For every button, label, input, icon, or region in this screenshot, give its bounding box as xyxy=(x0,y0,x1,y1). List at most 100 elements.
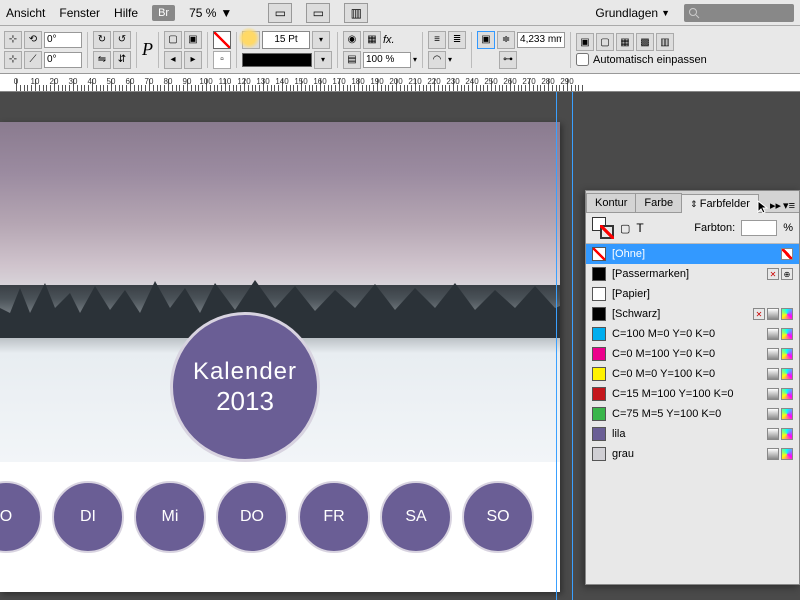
rotate-cw-icon[interactable]: ↻ xyxy=(93,31,111,49)
search-field[interactable] xyxy=(684,4,794,22)
tint-label: Farbton: xyxy=(694,222,735,234)
text-format-icon[interactable]: T xyxy=(636,221,643,235)
menu-view[interactable]: Ansicht xyxy=(6,6,45,20)
swatch-name: C=100 M=0 Y=0 K=0 xyxy=(612,328,761,340)
text-wrap-icon[interactable]: ≡ xyxy=(428,31,446,49)
tab-farbe[interactable]: Farbe xyxy=(635,193,682,212)
swatch-type-icons xyxy=(767,408,793,420)
swatch-row[interactable]: [Papier] xyxy=(586,284,799,304)
swatch-row[interactable]: C=0 M=0 Y=100 K=0 xyxy=(586,364,799,384)
sel-container-icon[interactable]: ▢ xyxy=(164,31,182,49)
stroke-style-dd[interactable]: ▾ xyxy=(314,51,332,69)
container-format-icon[interactable]: ▢ xyxy=(620,222,630,235)
workspace-dropdown[interactable]: Grundlagen ▼ xyxy=(595,6,670,20)
fill-none-swatch[interactable] xyxy=(213,31,231,49)
swatch-row[interactable]: grau xyxy=(586,444,799,464)
document-page[interactable]: Kalender 2013 ODIMiDOFRSASO xyxy=(0,122,560,592)
guide-vertical[interactable] xyxy=(556,92,557,600)
stroke-weight-stepper[interactable]: ≑ xyxy=(242,31,260,49)
sel-next-icon[interactable]: ▸ xyxy=(184,51,202,69)
center-icon[interactable]: ▦ xyxy=(616,33,634,51)
bridge-button[interactable]: Br xyxy=(152,5,175,21)
swatch-name: [Ohne] xyxy=(612,248,775,260)
swatch-row[interactable]: [Ohne] xyxy=(586,244,799,264)
ref2-icon[interactable]: ⊹ xyxy=(4,51,22,69)
swatch-row[interactable]: [Passermarken]✕⊕ xyxy=(586,264,799,284)
swatch-name: grau xyxy=(612,448,761,460)
rotate-icon: ⟲ xyxy=(24,31,42,49)
swatch-name: [Schwarz] xyxy=(612,308,747,320)
swatch-type-icons xyxy=(767,328,793,340)
swatch-row[interactable]: C=100 M=0 Y=0 K=0 xyxy=(586,324,799,344)
swatch-chip xyxy=(592,327,606,341)
stroke-swatch-icon[interactable]: ▫ xyxy=(213,51,231,69)
rotate-angle-2[interactable]: 0° xyxy=(44,52,82,68)
day-circle[interactable]: SO xyxy=(462,481,534,553)
control-bar: ⊹⟲0° ⊹⟋0° ↻↺ ⇋⇵ P ▢▣ ◂▸ ▫ ≑ ▾ ▾ ◉▦fx. ▤▾ xyxy=(0,26,800,74)
swatch-name: C=0 M=100 Y=0 K=0 xyxy=(612,348,761,360)
day-circle[interactable]: DO xyxy=(216,481,288,553)
swatch-type-icons xyxy=(767,428,793,440)
swatch-chip xyxy=(592,347,606,361)
fill-stroke-toggle[interactable] xyxy=(592,217,614,239)
swatch-list[interactable]: [Ohne] [Passermarken]✕⊕ [Papier] [Schwarz]✕… xyxy=(586,244,799,464)
day-circle[interactable]: FR xyxy=(298,481,370,553)
fx-balloon-icon[interactable]: ◉ xyxy=(343,31,361,49)
menu-help[interactable]: Hilfe xyxy=(114,6,138,20)
view-options-icon[interactable]: ▭ xyxy=(306,3,330,23)
frame-fit-icon[interactable]: ▣ xyxy=(477,31,495,49)
weekday-row: ODIMiDOFRSASO xyxy=(0,472,560,562)
text-wrap2-icon[interactable]: ≣ xyxy=(448,31,466,49)
swatch-row[interactable]: C=15 M=100 Y=100 K=0 xyxy=(586,384,799,404)
tint-field[interactable] xyxy=(741,220,777,236)
fx-button[interactable]: fx. xyxy=(383,34,395,46)
link-icon[interactable]: ⊶ xyxy=(499,51,517,69)
tab-kontur[interactable]: Kontur xyxy=(586,193,636,212)
rotate-ccw-icon[interactable]: ↺ xyxy=(113,31,131,49)
stroke-weight-dd[interactable]: ▾ xyxy=(312,31,330,49)
swatch-row[interactable]: C=75 M=5 Y=100 K=0 xyxy=(586,404,799,424)
stroke-weight-field[interactable] xyxy=(262,31,310,49)
swatch-row[interactable]: C=0 M=100 Y=0 K=0 xyxy=(586,344,799,364)
flip-h-icon[interactable]: ⇋ xyxy=(93,51,111,69)
panel-menu-icon[interactable]: ▾≡ xyxy=(783,199,795,212)
screen-mode-icon[interactable]: ▭ xyxy=(268,3,292,23)
swatch-name: [Papier] xyxy=(612,288,787,300)
paragraph-icon[interactable]: P xyxy=(142,39,153,60)
swatch-type-icons xyxy=(767,388,793,400)
stepper-icon[interactable]: ≑ xyxy=(497,31,515,49)
fit-frame-icon[interactable]: ▢ xyxy=(596,33,614,51)
arrange-icon[interactable]: ▥ xyxy=(344,3,368,23)
sel-prev-icon[interactable]: ◂ xyxy=(164,51,182,69)
day-circle[interactable]: DI xyxy=(52,481,124,553)
fill-prop-icon[interactable]: ▩ xyxy=(636,33,654,51)
swatch-toolbar: ▢ T Farbton: % xyxy=(586,213,799,244)
zoom-dropdown[interactable]: 75 % ▼ xyxy=(189,6,232,20)
fit-prop-icon[interactable]: ▥ xyxy=(656,33,674,51)
rotate-angle-1[interactable]: 0° xyxy=(44,32,82,48)
fit-content-icon[interactable]: ▣ xyxy=(576,33,594,51)
horizontal-ruler[interactable]: 0102030405060708090100110120130140150160… xyxy=(0,74,800,92)
drop-shadow-icon[interactable]: ▦ xyxy=(363,31,381,49)
panel-collapse-icon[interactable]: ▸▸ xyxy=(770,199,781,212)
day-circle[interactable]: O xyxy=(0,481,42,553)
measure-field[interactable] xyxy=(517,32,565,48)
day-circle[interactable]: Mi xyxy=(134,481,206,553)
flip-v-icon[interactable]: ⇵ xyxy=(113,51,131,69)
opacity-field[interactable] xyxy=(363,52,411,68)
swatch-name: C=15 M=100 Y=100 K=0 xyxy=(612,388,761,400)
swatch-type-icons xyxy=(767,348,793,360)
title-line1: Kalender xyxy=(193,358,297,386)
corners-icon[interactable]: ◠ xyxy=(428,51,446,69)
day-circle[interactable]: SA xyxy=(380,481,452,553)
swatch-row[interactable]: lila xyxy=(586,424,799,444)
swatch-row[interactable]: [Schwarz]✕ xyxy=(586,304,799,324)
ref-point-icon[interactable]: ⊹ xyxy=(4,31,22,49)
autofit-checkbox[interactable] xyxy=(576,53,589,66)
guide-vertical[interactable] xyxy=(572,92,573,600)
tab-farbfelder[interactable]: ⇕Farbfelder xyxy=(681,194,759,213)
stroke-style-dropdown[interactable] xyxy=(242,53,312,67)
menu-window[interactable]: Fenster xyxy=(59,6,100,20)
sel-content-icon[interactable]: ▣ xyxy=(184,31,202,49)
title-badge[interactable]: Kalender 2013 xyxy=(170,312,320,462)
